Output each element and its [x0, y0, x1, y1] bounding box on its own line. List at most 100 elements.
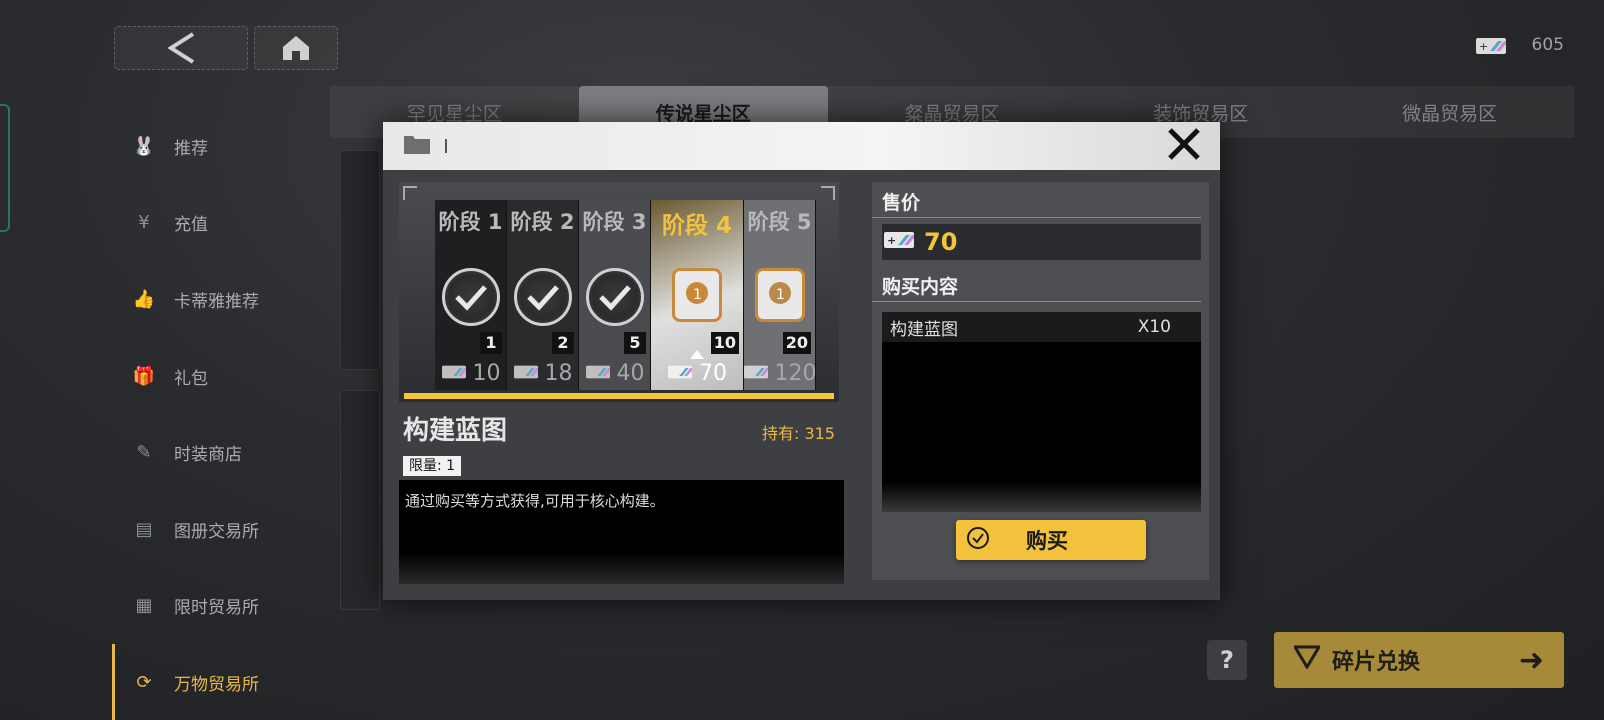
price-title: 售价 [872, 182, 1201, 218]
stage-count: 1 [480, 332, 502, 354]
svg-text:1: 1 [776, 287, 785, 303]
gift-icon: 🎁 [132, 365, 156, 387]
stage-label: 阶段 1 [438, 210, 503, 234]
ticket-icon [513, 361, 539, 386]
help-button[interactable]: ? [1207, 640, 1247, 680]
stage-card-4[interactable]: 阶段 4 1 10 70 [651, 200, 744, 390]
svg-text:1: 1 [693, 287, 702, 303]
cycle-icon: ⟳ [136, 671, 152, 693]
ticket-icon [441, 361, 467, 386]
sidebar-item-label: 时装商店 [174, 445, 242, 466]
stage-progress-bar [404, 393, 834, 399]
sidebar: 🐰 推荐 ¥ 充值 👍 卡蒂雅推荐 🎁 礼包 ✎ 时装商店 ▤ 图册交易所 ▦ … [112, 108, 332, 720]
sidebar-item-label: 推荐 [174, 138, 208, 159]
chevron-left-icon [161, 30, 201, 66]
svg-text:+: + [887, 234, 896, 247]
stage-price-value: 70 [699, 360, 727, 386]
close-button[interactable] [1164, 126, 1204, 166]
contents-title: 购买内容 [872, 266, 1201, 302]
buy-button[interactable]: 购买 [956, 520, 1146, 560]
sidebar-item-recharge[interactable]: ¥ 充值 [112, 185, 332, 262]
stage-price: 40 [579, 358, 650, 388]
ticket-icon [743, 361, 769, 386]
thumbs-up-icon: 👍 [132, 288, 156, 310]
stage-card-1[interactable]: 阶段 1 1 10 [435, 200, 507, 390]
stage-price: 120 [743, 358, 817, 388]
sidebar-item-album[interactable]: ▤ 图册交易所 [112, 491, 332, 568]
sidebar-item-label: 充值 [174, 215, 208, 236]
stage-label: 阶段 3 [582, 210, 647, 234]
stage-price-value: 10 [472, 360, 501, 386]
price-box: + 70 [882, 224, 1201, 260]
grid-icon: ▦ [135, 595, 153, 617]
sidebar-item-label: 卡蒂雅推荐 [174, 291, 259, 312]
owned-count: 持有: 315 [761, 424, 835, 443]
tab-micro-trade[interactable]: 微晶贸易区 [1325, 86, 1574, 138]
item-description[interactable]: 通过购买等方式获得,可用于核心构建。 [399, 480, 844, 584]
header-divider [445, 139, 447, 153]
purchase-dialog: 阶段 1 1 10 阶段 2 2 18 阶段 3 5 40 阶段 4 1 10 … [383, 122, 1220, 600]
description-text: 通过购买等方式获得,可用于核心构建。 [405, 492, 665, 510]
sidebar-item-trade[interactable]: ⟳ 万物贸易所 [112, 644, 332, 720]
price-value: 70 [924, 228, 958, 256]
fragment-exchange-button[interactable]: 碎片兑换 ➜ [1274, 632, 1564, 688]
sidebar-item-label: 万物贸易所 [174, 674, 259, 695]
stage-card-2[interactable]: 阶段 2 2 18 [507, 200, 579, 390]
stage-list: 阶段 1 1 10 阶段 2 2 18 阶段 3 5 40 阶段 4 1 10 … [435, 200, 817, 390]
currency-amount: 605 [1531, 35, 1564, 55]
exchange-label: 碎片兑换 [1332, 650, 1421, 675]
contents-list[interactable]: 构建蓝图 X10 [882, 312, 1201, 512]
sidebar-item-gift[interactable]: 🎁 礼包 [112, 338, 332, 415]
dialog-header [383, 122, 1220, 170]
stage-price: 10 [435, 358, 506, 388]
stage-label: 阶段 5 [747, 210, 812, 234]
limit-tag: 限量: 1 [403, 456, 462, 476]
purchase-panel: 售价 + 70 购买内容 构建蓝图 X10 购买 [872, 182, 1209, 580]
item-name: 构建蓝图 [403, 416, 508, 446]
fashion-icon: ✎ [136, 442, 152, 464]
stage-price: 70 [651, 358, 743, 388]
stage-label: 阶段 4 [661, 213, 732, 239]
currency-display: + 605 [1475, 30, 1564, 60]
content-qty: X10 [1137, 317, 1171, 337]
sidebar-item-label: 限时贸易所 [174, 598, 259, 619]
stage-count: 20 [782, 332, 811, 354]
sidebar-item-limited[interactable]: ▦ 限时贸易所 [112, 568, 332, 645]
rabbit-icon: 🐰 [132, 135, 156, 157]
content-name: 构建蓝图 [890, 319, 958, 340]
exchange-icon [1292, 645, 1322, 675]
background-card[interactable] [340, 390, 380, 610]
medal-icon: 1 [754, 268, 805, 322]
stage-price-value: 40 [616, 360, 645, 386]
sidebar-edge-tab[interactable] [0, 104, 10, 232]
medal-icon: 1 [672, 268, 722, 322]
ticket-icon: + [884, 228, 914, 256]
sidebar-item-katya[interactable]: 👍 卡蒂雅推荐 [112, 261, 332, 338]
check-icon [441, 268, 500, 326]
check-icon [513, 268, 572, 326]
ticket-icon: + [1475, 36, 1506, 54]
sidebar-item-recommend[interactable]: 🐰 推荐 [112, 108, 332, 185]
background-card[interactable] [340, 150, 380, 370]
home-icon [281, 34, 311, 62]
sidebar-item-label: 礼包 [174, 368, 208, 389]
stage-count: 5 [624, 332, 646, 354]
stage-card-5[interactable]: 阶段 5 1 20 120 [743, 200, 817, 390]
ticket-icon [667, 361, 693, 386]
stage-price: 18 [507, 358, 578, 388]
arrow-right-icon: ➜ [1518, 642, 1544, 678]
stage-count: 10 [710, 332, 739, 354]
back-button[interactable] [114, 26, 248, 70]
buy-label: 购买 [1026, 529, 1068, 553]
stage-card-3[interactable]: 阶段 3 5 40 [579, 200, 651, 390]
close-icon [1167, 127, 1201, 165]
check-icon [585, 268, 644, 326]
sidebar-item-fashion[interactable]: ✎ 时装商店 [112, 414, 332, 491]
ticket-icon [585, 361, 611, 386]
stage-price-value: 120 [774, 360, 817, 386]
stage-strip: 阶段 1 1 10 阶段 2 2 18 阶段 3 5 40 阶段 4 1 10 … [399, 182, 839, 402]
check-circle-icon [966, 526, 990, 555]
folder-icon [403, 133, 431, 159]
yen-icon: ¥ [138, 212, 150, 234]
home-button[interactable] [254, 26, 338, 70]
